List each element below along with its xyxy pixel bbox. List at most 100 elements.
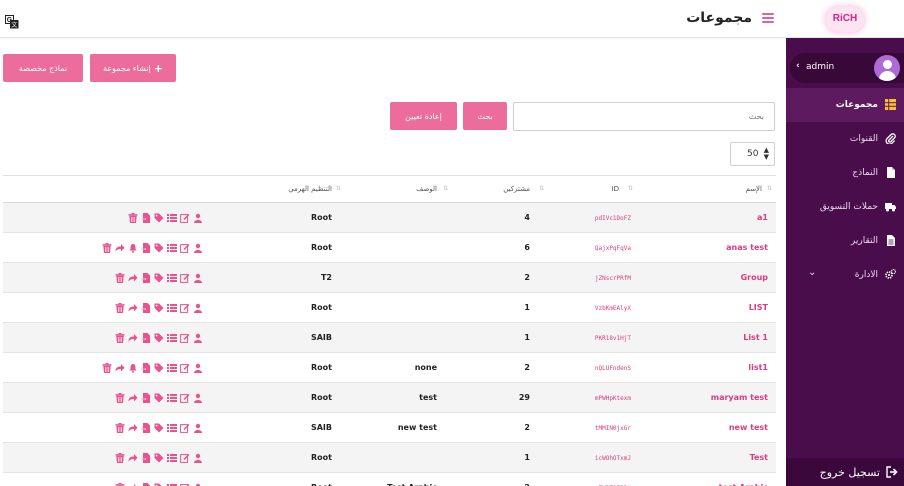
sidebar-item-groups[interactable]: مجموعات	[786, 88, 904, 122]
col-header-subscribers[interactable]: مشتركين	[503, 185, 530, 193]
edit-icon[interactable]	[180, 423, 190, 433]
tags-icon[interactable]	[154, 213, 164, 223]
export-file-icon[interactable]	[141, 453, 151, 463]
edit-icon[interactable]	[180, 303, 190, 313]
page-size-select[interactable]: 50 ▲ ▼	[730, 142, 775, 166]
bell-icon[interactable]	[128, 363, 138, 373]
edit-icon[interactable]	[180, 393, 190, 403]
edit-icon[interactable]	[180, 273, 190, 283]
trash-icon[interactable]	[115, 333, 125, 343]
group-name-link[interactable]: maryam test	[711, 393, 768, 402]
share-icon[interactable]	[128, 453, 138, 463]
user-icon[interactable]	[193, 303, 203, 313]
table-row[interactable]: Group jZNscrPRfM 2 T2	[3, 263, 776, 293]
trash-icon[interactable]	[115, 303, 125, 313]
trash-icon[interactable]	[115, 423, 125, 433]
list-icon[interactable]	[167, 363, 177, 373]
export-file-icon[interactable]	[141, 393, 151, 403]
table-row[interactable]: LIST VzbKmEAlyX 1 Root	[3, 293, 776, 323]
edit-icon[interactable]	[180, 213, 190, 223]
tags-icon[interactable]	[154, 393, 164, 403]
edit-icon[interactable]	[180, 363, 190, 373]
table-row[interactable]: a1 pdIVc1DoFZ 4 Root	[3, 203, 776, 233]
reset-button[interactable]: إعادة تعيين	[390, 102, 457, 130]
user-icon[interactable]	[193, 393, 203, 403]
col-header-name[interactable]: الإسم	[746, 185, 762, 193]
sidebar-item-channels[interactable]: القنوات	[786, 122, 904, 156]
export-file-icon[interactable]	[141, 333, 151, 343]
custom-models-button[interactable]: نماذج مخصصة	[3, 54, 83, 82]
list-icon[interactable]	[167, 243, 177, 253]
export-file-icon[interactable]	[141, 273, 151, 283]
tags-icon[interactable]	[154, 363, 164, 373]
tags-icon[interactable]	[154, 243, 164, 253]
edit-icon[interactable]	[180, 243, 190, 253]
table-row[interactable]: maryam test mPWHpKtexm 29 test Root	[3, 383, 776, 413]
trash-icon[interactable]	[115, 273, 125, 283]
share-icon[interactable]	[115, 243, 125, 253]
trash-icon[interactable]	[128, 213, 138, 223]
search-button[interactable]: بحث	[463, 102, 507, 130]
list-icon[interactable]	[167, 393, 177, 403]
export-file-icon[interactable]	[141, 303, 151, 313]
group-name-link[interactable]: Test	[750, 453, 768, 462]
user-icon[interactable]	[193, 273, 203, 283]
google-translate-icon[interactable]: G 文	[5, 15, 19, 29]
group-name-link[interactable]: Group	[741, 273, 768, 282]
trash-icon[interactable]	[102, 243, 112, 253]
list-icon[interactable]	[167, 273, 177, 283]
edit-icon[interactable]	[180, 333, 190, 343]
group-name-link[interactable]: List 1	[743, 333, 768, 342]
tags-icon[interactable]	[154, 303, 164, 313]
tags-icon[interactable]	[154, 273, 164, 283]
create-group-button[interactable]: + إنشاء مجموعة	[90, 54, 176, 82]
user-icon[interactable]	[193, 333, 203, 343]
list-icon[interactable]	[167, 333, 177, 343]
edit-icon[interactable]	[180, 453, 190, 463]
sidebar-item-admin[interactable]: الادارة ⌄	[786, 258, 904, 292]
share-icon[interactable]	[128, 393, 138, 403]
share-icon[interactable]	[128, 333, 138, 343]
search-input[interactable]	[513, 102, 775, 131]
sidebar-item-campaigns[interactable]: حملات التسويق	[786, 190, 904, 224]
logo[interactable]: RiCH	[826, 7, 864, 32]
export-file-icon[interactable]	[141, 213, 151, 223]
share-icon[interactable]	[128, 273, 138, 283]
table-row[interactable]: test Arabice7WRT9F3Rt2Test ArabicRoot	[3, 473, 776, 486]
user-icon[interactable]	[193, 243, 203, 253]
sidebar-item-reports[interactable]: التقارير	[786, 224, 904, 258]
table-row[interactable]: List 1 PKR18v1HjT 1 SAIB	[3, 323, 776, 353]
group-name-link[interactable]: new test	[729, 423, 768, 432]
table-row[interactable]: anas test QajxPqFqVa 6 Root	[3, 233, 776, 263]
table-row[interactable]: Test icWOhOTxmJ 1 Root	[3, 443, 776, 473]
bell-icon[interactable]	[128, 243, 138, 253]
group-name-link[interactable]: list1	[748, 363, 768, 372]
user-menu[interactable]: ‹ admin	[790, 53, 904, 83]
list-icon[interactable]	[167, 453, 177, 463]
table-row[interactable]: list1 nQLUFndenS 2 none Root	[3, 353, 776, 383]
tags-icon[interactable]	[154, 453, 164, 463]
export-file-icon[interactable]	[141, 243, 151, 253]
hamburger-icon[interactable]	[762, 13, 774, 23]
share-icon[interactable]	[128, 423, 138, 433]
group-name-link[interactable]: anas test	[726, 243, 768, 252]
list-icon[interactable]	[167, 423, 177, 433]
user-icon[interactable]	[193, 423, 203, 433]
user-icon[interactable]	[193, 453, 203, 463]
share-icon[interactable]	[128, 303, 138, 313]
logout-button[interactable]: تسجيل خروج	[786, 458, 904, 486]
share-icon[interactable]	[115, 363, 125, 373]
col-header-id[interactable]: ID	[612, 185, 619, 193]
col-header-hierarchy[interactable]: التنظيم الهرمي	[288, 185, 332, 193]
export-file-icon[interactable]	[141, 423, 151, 433]
export-file-icon[interactable]	[141, 363, 151, 373]
tags-icon[interactable]	[154, 423, 164, 433]
group-name-link[interactable]: LIST	[749, 303, 768, 312]
user-icon[interactable]	[193, 213, 203, 223]
col-header-description[interactable]: الوصف	[416, 185, 437, 193]
tags-icon[interactable]	[154, 333, 164, 343]
table-row[interactable]: new test tMMIN0jxGr 2 new test SAIB	[3, 413, 776, 443]
list-icon[interactable]	[167, 213, 177, 223]
list-icon[interactable]	[167, 303, 177, 313]
sidebar-item-templates[interactable]: النماذج	[786, 156, 904, 190]
